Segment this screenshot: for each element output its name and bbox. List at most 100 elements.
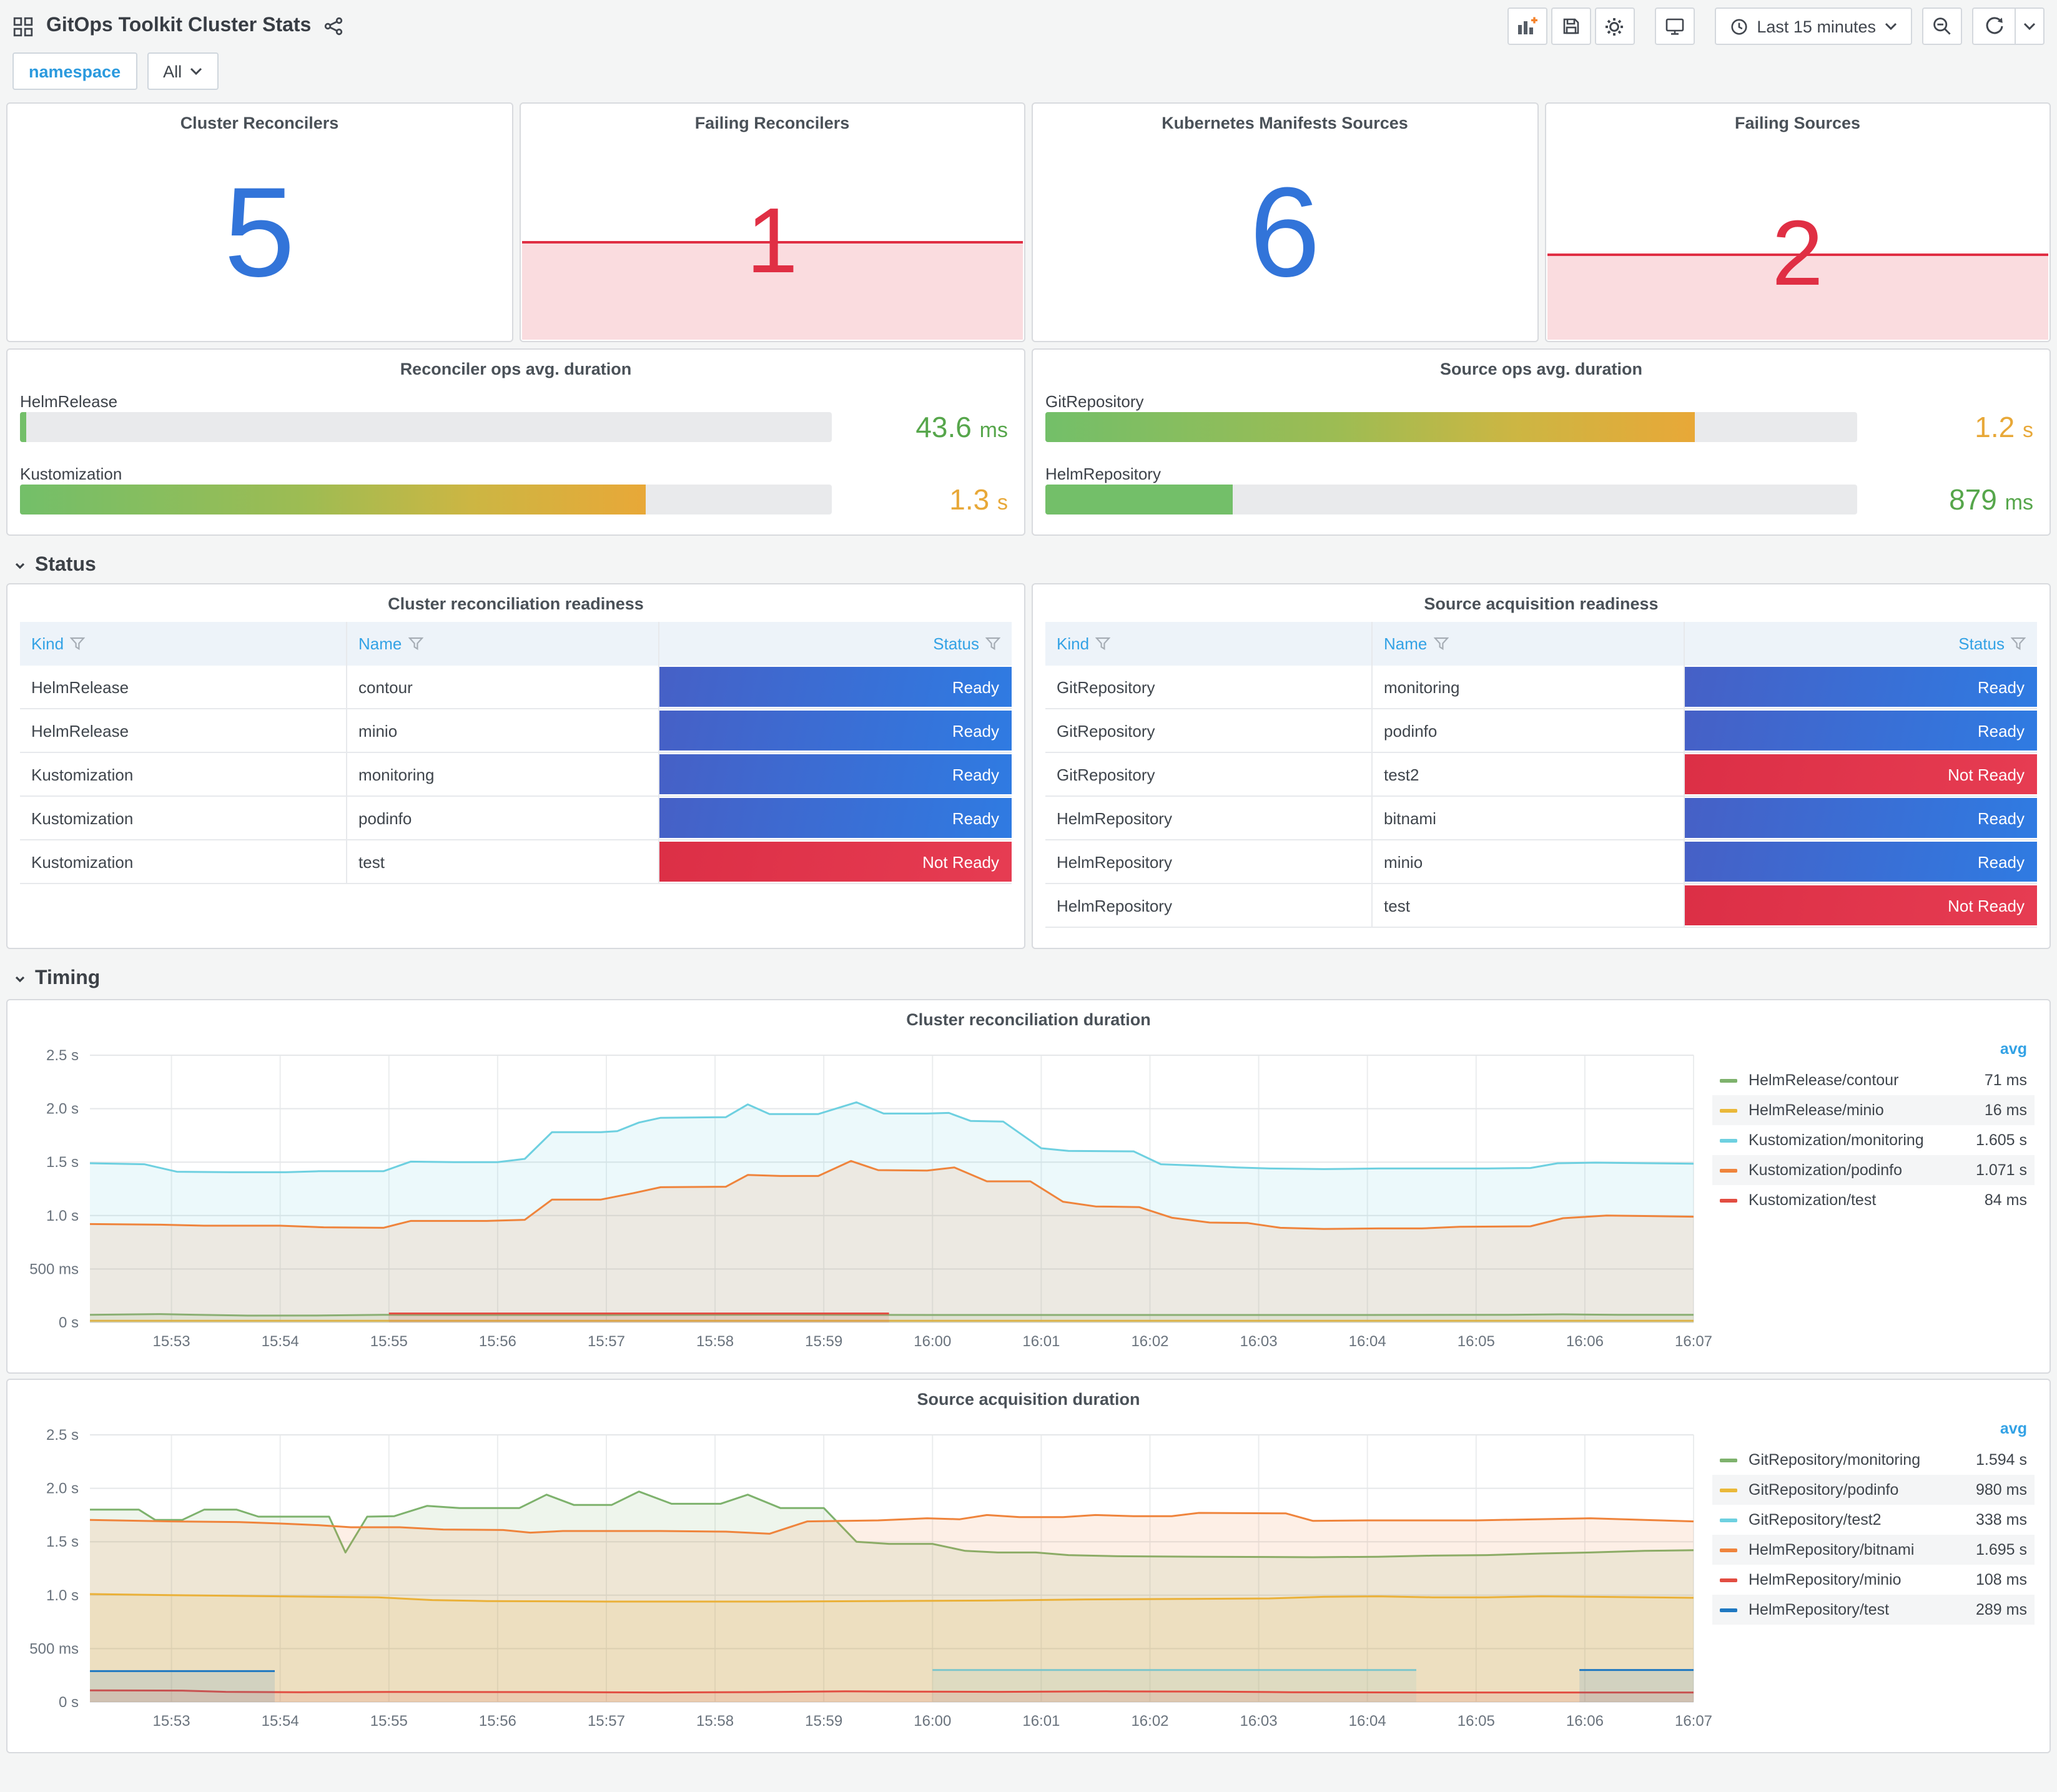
legend-series-swatch bbox=[1720, 1138, 1737, 1142]
panel-title[interactable]: Kubernetes Manifests Sources bbox=[1033, 104, 1537, 132]
cell-status: Ready bbox=[659, 709, 1012, 753]
panel-title[interactable]: Cluster Reconcilers bbox=[7, 104, 511, 132]
refresh-button[interactable] bbox=[1972, 7, 2015, 45]
panel-title[interactable]: Source acquisition readiness bbox=[1033, 584, 2050, 613]
legend-item[interactable]: GitRepository/test2 338 ms bbox=[1712, 1505, 2035, 1535]
column-header-status[interactable]: Status bbox=[659, 622, 1012, 666]
filter-icon[interactable] bbox=[70, 637, 86, 651]
column-header-status[interactable]: Status bbox=[1685, 622, 2037, 666]
series-area bbox=[388, 1313, 889, 1322]
table-row: GitRepository podinfo Ready bbox=[1045, 709, 2037, 753]
panel-title[interactable]: Reconciler ops avg. duration bbox=[7, 350, 1024, 378]
table-row: Kustomization podinfo Ready bbox=[20, 797, 1012, 840]
legend-item[interactable]: GitRepository/monitoring 1.594 s bbox=[1712, 1445, 2035, 1475]
legend-series-swatch bbox=[1720, 1578, 1737, 1582]
column-header-kind[interactable]: Kind bbox=[20, 622, 348, 666]
gauge-bar-fill bbox=[1045, 412, 1695, 442]
panel-title[interactable]: Cluster reconciliation readiness bbox=[7, 584, 1024, 613]
clock-icon bbox=[1729, 17, 1748, 36]
status-section-toggle[interactable]: Status bbox=[0, 551, 2057, 581]
add-panel-button[interactable] bbox=[1507, 7, 1547, 45]
column-header-kind[interactable]: Kind bbox=[1045, 622, 1373, 666]
column-header-label: Name bbox=[1384, 634, 1428, 653]
column-header-label: Kind bbox=[1057, 634, 1090, 653]
gauge-value-unit: ms bbox=[979, 418, 1008, 442]
cell-kind: Kustomization bbox=[20, 840, 348, 884]
x-axis-tick-label: 15:54 bbox=[262, 1713, 299, 1730]
chevron-down-icon bbox=[1885, 21, 1897, 31]
y-axis-tick-label: 2.5 s bbox=[46, 1047, 79, 1064]
legend-item[interactable]: HelmRepository/bitnami 1.695 s bbox=[1712, 1535, 2035, 1565]
legend-item[interactable]: Kustomization/test 84 ms bbox=[1712, 1185, 2035, 1215]
table-row: HelmRelease minio Ready bbox=[20, 709, 1012, 753]
cell-status: Ready bbox=[659, 753, 1012, 797]
time-picker[interactable]: Last 15 minutes bbox=[1714, 7, 1912, 45]
filter-icon[interactable] bbox=[2011, 637, 2026, 651]
table-row: HelmRelease contour Ready bbox=[20, 666, 1012, 709]
tv-mode-button[interactable] bbox=[1654, 7, 1695, 45]
table-row: GitRepository test2 Not Ready bbox=[1045, 753, 2037, 797]
settings-button[interactable] bbox=[1594, 7, 1635, 45]
gauge-bar-label: HelmRepository bbox=[1045, 465, 1161, 483]
y-axis-tick-label: 0 s bbox=[59, 1314, 79, 1331]
legend-item[interactable]: HelmRepository/minio 108 ms bbox=[1712, 1565, 2035, 1595]
legend-item[interactable]: Kustomization/monitoring 1.605 s bbox=[1712, 1125, 2035, 1155]
chevron-down-icon bbox=[189, 66, 202, 76]
legend-series-avg: 71 ms bbox=[1984, 1071, 2027, 1089]
x-axis-tick-label: 16:05 bbox=[1458, 1713, 1495, 1730]
column-header-name[interactable]: Name bbox=[347, 622, 660, 666]
panel-title[interactable]: Failing Reconcilers bbox=[520, 104, 1024, 132]
panel-title[interactable]: Failing Sources bbox=[1546, 104, 2050, 132]
namespace-value-dropdown[interactable]: All bbox=[147, 52, 219, 90]
save-button[interactable] bbox=[1551, 7, 1591, 45]
gauge-panel-1: Source ops avg. duration GitRepository 1.2… bbox=[1032, 348, 2051, 536]
cell-name: bitnami bbox=[1373, 797, 1685, 840]
chart-legend: avg HelmRelease/contour 71 ms HelmRelease/m… bbox=[1712, 1040, 2035, 1215]
cell-kind: HelmRepository bbox=[1045, 797, 1373, 840]
filter-icon[interactable] bbox=[408, 637, 423, 651]
namespace-variable-label[interactable]: namespace bbox=[12, 52, 137, 90]
gauge-bar-track[interactable] bbox=[1045, 412, 1857, 442]
legend-series-avg: 289 ms bbox=[1976, 1601, 2027, 1618]
legend-series-avg: 1.695 s bbox=[1975, 1541, 2027, 1558]
x-axis-tick-label: 16:04 bbox=[1349, 1333, 1386, 1350]
filter-icon[interactable] bbox=[985, 637, 1000, 651]
panel-title[interactable]: Cluster reconciliation duration bbox=[7, 1000, 2050, 1029]
gauge-bar-track[interactable] bbox=[20, 485, 832, 514]
legend-item[interactable]: HelmRepository/test 289 ms bbox=[1712, 1595, 2035, 1625]
legend-item[interactable]: HelmRelease/minio 16 ms bbox=[1712, 1095, 2035, 1125]
gauge-panel-0: Reconciler ops avg. duration HelmRelease 4… bbox=[6, 348, 1025, 536]
legend-avg-header[interactable]: avg bbox=[1712, 1420, 2035, 1445]
gauge-bar-fill bbox=[1045, 485, 1232, 514]
column-header-label: Name bbox=[358, 634, 402, 653]
chevron-down-icon bbox=[12, 972, 27, 987]
x-axis-tick-label: 15:54 bbox=[262, 1333, 299, 1350]
share-icon[interactable] bbox=[323, 16, 343, 36]
filter-icon[interactable] bbox=[1433, 637, 1449, 651]
legend-avg-header[interactable]: avg bbox=[1712, 1040, 2035, 1065]
gauge-value: 879 ms bbox=[1949, 485, 2033, 518]
x-axis-tick-label: 15:56 bbox=[479, 1333, 516, 1350]
column-header-name[interactable]: Name bbox=[1373, 622, 1685, 666]
x-axis-tick-label: 16:07 bbox=[1675, 1333, 1712, 1350]
panel-title[interactable]: Source ops avg. duration bbox=[1033, 350, 2050, 378]
refresh-interval-button[interactable] bbox=[2015, 7, 2045, 45]
filter-icon[interactable] bbox=[1095, 637, 1111, 651]
legend-series-name: Kustomization/test bbox=[1749, 1191, 1877, 1209]
cell-status: Ready bbox=[659, 666, 1012, 709]
y-axis-tick-label: 500 ms bbox=[29, 1261, 79, 1278]
legend-series-swatch bbox=[1720, 1168, 1737, 1172]
legend-item[interactable]: Kustomization/podinfo 1.071 s bbox=[1712, 1155, 2035, 1185]
gauge-bar-track[interactable] bbox=[1045, 485, 1857, 514]
apps-icon[interactable] bbox=[12, 16, 34, 37]
legend-series-name: GitRepository/monitoring bbox=[1749, 1451, 1921, 1469]
y-axis-tick-label: 2.0 s bbox=[46, 1101, 79, 1118]
legend-series-name: HelmRepository/bitnami bbox=[1749, 1541, 1915, 1558]
zoom-out-button[interactable] bbox=[1922, 7, 1962, 45]
panel-title[interactable]: Source acquisition duration bbox=[7, 1380, 2050, 1409]
cell-kind: HelmRelease bbox=[20, 666, 348, 709]
timing-section-toggle[interactable]: Timing bbox=[0, 964, 2057, 994]
gauge-bar-track[interactable] bbox=[20, 412, 832, 442]
legend-item[interactable]: HelmRelease/contour 71 ms bbox=[1712, 1065, 2035, 1095]
legend-item[interactable]: GitRepository/podinfo 980 ms bbox=[1712, 1475, 2035, 1505]
